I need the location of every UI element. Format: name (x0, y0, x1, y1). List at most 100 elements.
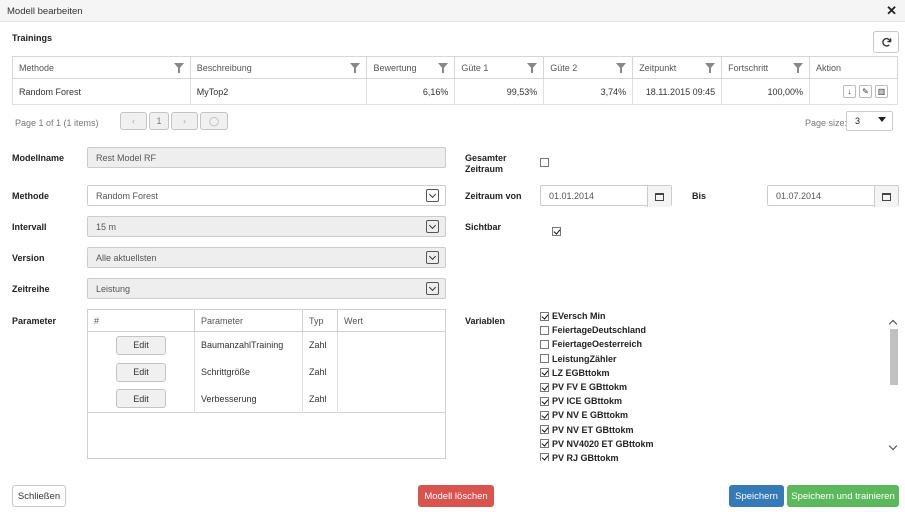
variable-checkbox[interactable] (540, 325, 549, 335)
intervall-select[interactable]: 15 m (87, 216, 446, 237)
edit-parameter-button[interactable]: Edit (116, 362, 166, 382)
edit-icon[interactable]: ✎ (859, 85, 872, 98)
chevron-down-icon (426, 189, 439, 202)
variable-checkbox[interactable] (540, 425, 549, 435)
variable-checkbox[interactable] (540, 410, 549, 420)
col-fortschritt[interactable]: Fortschritt (721, 56, 811, 79)
prev-page-button[interactable]: ‹ (120, 112, 147, 130)
all-pages-button[interactable]: ◯ (200, 112, 228, 130)
chevron-down-icon (426, 282, 439, 295)
refresh-button[interactable] (873, 31, 899, 53)
cell-guete2: 3,74% (543, 78, 634, 105)
col-aktion: Aktion (809, 56, 898, 79)
variable-checkbox[interactable] (540, 354, 549, 364)
list-item[interactable]: PV NV E GBttokm (540, 408, 880, 422)
scrollbar-thumb[interactable] (890, 329, 898, 385)
col-methode[interactable]: Methode (12, 56, 191, 79)
bis-input[interactable]: 01.07.2014 (767, 185, 899, 207)
filter-icon[interactable] (350, 63, 361, 73)
variable-checkbox[interactable] (540, 439, 549, 449)
pager-info: Page 1 of 1 (1 items) (15, 118, 99, 128)
chevron-down-icon[interactable] (888, 441, 898, 451)
save-button[interactable]: Speichern (729, 485, 784, 507)
table-row[interactable]: Random Forest MyTop2 6,16% 99,53% 3,74% … (12, 78, 898, 105)
page-number[interactable]: 1 (149, 112, 169, 130)
param-wert[interactable] (338, 386, 446, 413)
col-guete2[interactable]: Güte 2 (543, 56, 634, 79)
modellname-input[interactable]: Rest Model RF (87, 147, 446, 168)
list-item[interactable]: FeiertageDeutschland (540, 323, 880, 337)
edit-parameter-button[interactable]: Edit (116, 389, 166, 409)
trash-icon[interactable]: ▥ (875, 85, 888, 98)
zeitraum-von-input[interactable]: 01.01.2014 (540, 185, 672, 207)
param-name: BaumanzahlTraining (194, 331, 303, 359)
filter-icon[interactable] (705, 63, 716, 73)
close-icon[interactable]: ✕ (886, 3, 897, 19)
list-item[interactable]: EVersch Min (540, 309, 880, 323)
table-row: Edit Verbesserung Zahl (87, 385, 446, 413)
list-item[interactable]: PV FV E GBttokm (540, 380, 880, 394)
calendar-icon[interactable] (647, 186, 671, 207)
cell-beschreibung: MyTop2 (189, 78, 368, 105)
variable-checkbox[interactable] (540, 339, 549, 349)
chevron-down-icon (426, 220, 439, 233)
list-item[interactable]: LZ EGBttokm (540, 366, 880, 380)
sichtbar-checkbox[interactable] (551, 227, 561, 236)
param-wert[interactable] (338, 359, 446, 386)
filter-icon[interactable] (616, 63, 627, 73)
param-typ: Zahl (302, 385, 338, 413)
zeitreihe-label: Zeitreihe (12, 284, 50, 294)
chevron-down-icon (426, 251, 439, 264)
cell-guete1: 99,53% (454, 78, 545, 105)
param-wert[interactable] (338, 332, 446, 359)
variablen-label: Variablen (465, 316, 506, 326)
param-typ: Zahl (302, 358, 338, 386)
cell-methode: Random Forest (12, 78, 191, 105)
list-item[interactable]: LeistungZähler (540, 352, 880, 366)
filter-icon[interactable] (527, 63, 538, 73)
param-col-index: # (87, 309, 195, 332)
list-item[interactable]: FeiertageOesterreich (540, 337, 880, 351)
close-button[interactable]: Schließen (12, 485, 66, 507)
filter-icon[interactable] (438, 63, 449, 73)
page-size-select[interactable]: 3 (846, 111, 893, 131)
variable-checkbox[interactable] (540, 368, 549, 378)
gesamter-zeitraum-checkbox[interactable] (540, 158, 549, 167)
variable-checkbox[interactable] (540, 453, 549, 461)
edit-parameter-button[interactable]: Edit (116, 335, 166, 355)
col-beschreibung[interactable]: Beschreibung (189, 56, 368, 79)
variable-checkbox[interactable] (540, 311, 549, 321)
next-page-button[interactable]: › (171, 112, 198, 130)
cell-aktion: ↓ ✎ ▥ (809, 78, 898, 105)
variable-checkbox[interactable] (540, 382, 549, 392)
col-guete1[interactable]: Güte 1 (454, 56, 545, 79)
download-icon[interactable]: ↓ (843, 85, 856, 98)
list-item[interactable]: PV RJ GBttokm (540, 451, 880, 461)
cell-zeitpunkt: 18.11.2015 09:45 (632, 78, 723, 105)
list-item[interactable]: PV ICE GBttokm (540, 394, 880, 408)
methode-select[interactable]: Random Forest (87, 185, 446, 206)
variablen-scrollbar[interactable] (888, 309, 900, 459)
version-label: Version (12, 253, 45, 263)
filter-icon[interactable] (173, 63, 184, 73)
bis-label: Bis (692, 191, 707, 201)
chevron-up-icon[interactable] (888, 319, 898, 329)
calendar-icon[interactable] (874, 186, 898, 207)
methode-label: Methode (12, 191, 49, 201)
dialog-titlebar: Modell bearbeiten ✕ (0, 0, 905, 22)
gesamter-zeitraum-label: Gesamter Zeitraum (465, 153, 507, 174)
variable-checkbox[interactable] (540, 396, 549, 406)
col-zeitpunkt[interactable]: Zeitpunkt (632, 56, 723, 79)
col-bewertung[interactable]: Bewertung (366, 56, 456, 79)
list-item[interactable]: PV NV ET GBttokm (540, 423, 880, 437)
delete-model-button[interactable]: Modell löschen (418, 485, 494, 507)
trainings-table: Methode Beschreibung Bewertung Güte 1 Gü… (12, 56, 898, 105)
table-row: Edit Schrittgröße Zahl (87, 358, 446, 386)
param-col-typ: Typ (302, 309, 338, 332)
list-item[interactable]: PV NV4020 ET GBttokm (540, 437, 880, 451)
filter-icon[interactable] (793, 63, 804, 73)
zeitreihe-select[interactable]: Leistung (87, 278, 446, 299)
cell-fortschritt: 100,00% (721, 78, 811, 105)
save-and-train-button[interactable]: Speichern und trainieren (787, 485, 899, 507)
version-select[interactable]: Alle aktuellsten (87, 247, 446, 268)
